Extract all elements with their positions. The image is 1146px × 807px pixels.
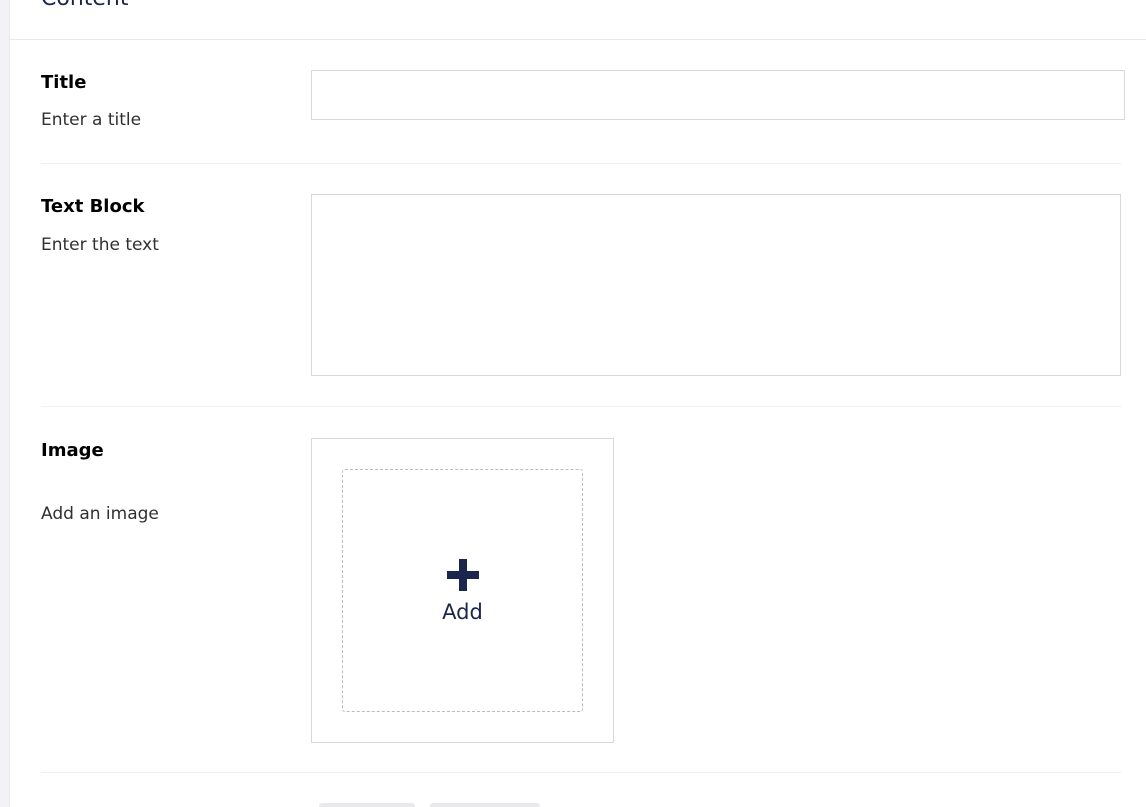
- image-description: Add an image: [41, 504, 159, 524]
- add-image-label: Add: [442, 600, 483, 624]
- image-label: Image: [41, 440, 104, 461]
- plus-icon: [447, 559, 479, 591]
- text-block-description: Enter the text: [41, 235, 159, 255]
- panel-header: Content: [10, 0, 1146, 40]
- divider: [41, 163, 1121, 164]
- image-picker: Add: [311, 438, 614, 743]
- partial-button[interactable]: [430, 803, 540, 807]
- panel-title: Content: [41, 0, 129, 14]
- text-block-textarea[interactable]: [311, 194, 1121, 376]
- title-description: Enter a title: [41, 110, 142, 130]
- partial-button[interactable]: [319, 803, 415, 807]
- divider: [41, 406, 1121, 407]
- add-image-button[interactable]: Add: [342, 469, 583, 712]
- title-input[interactable]: [311, 70, 1125, 120]
- content-panel: Content Title Enter a title Text Block E…: [9, 0, 1146, 807]
- text-block-label: Text Block: [41, 196, 145, 217]
- title-label: Title: [41, 72, 87, 93]
- divider: [41, 772, 1121, 773]
